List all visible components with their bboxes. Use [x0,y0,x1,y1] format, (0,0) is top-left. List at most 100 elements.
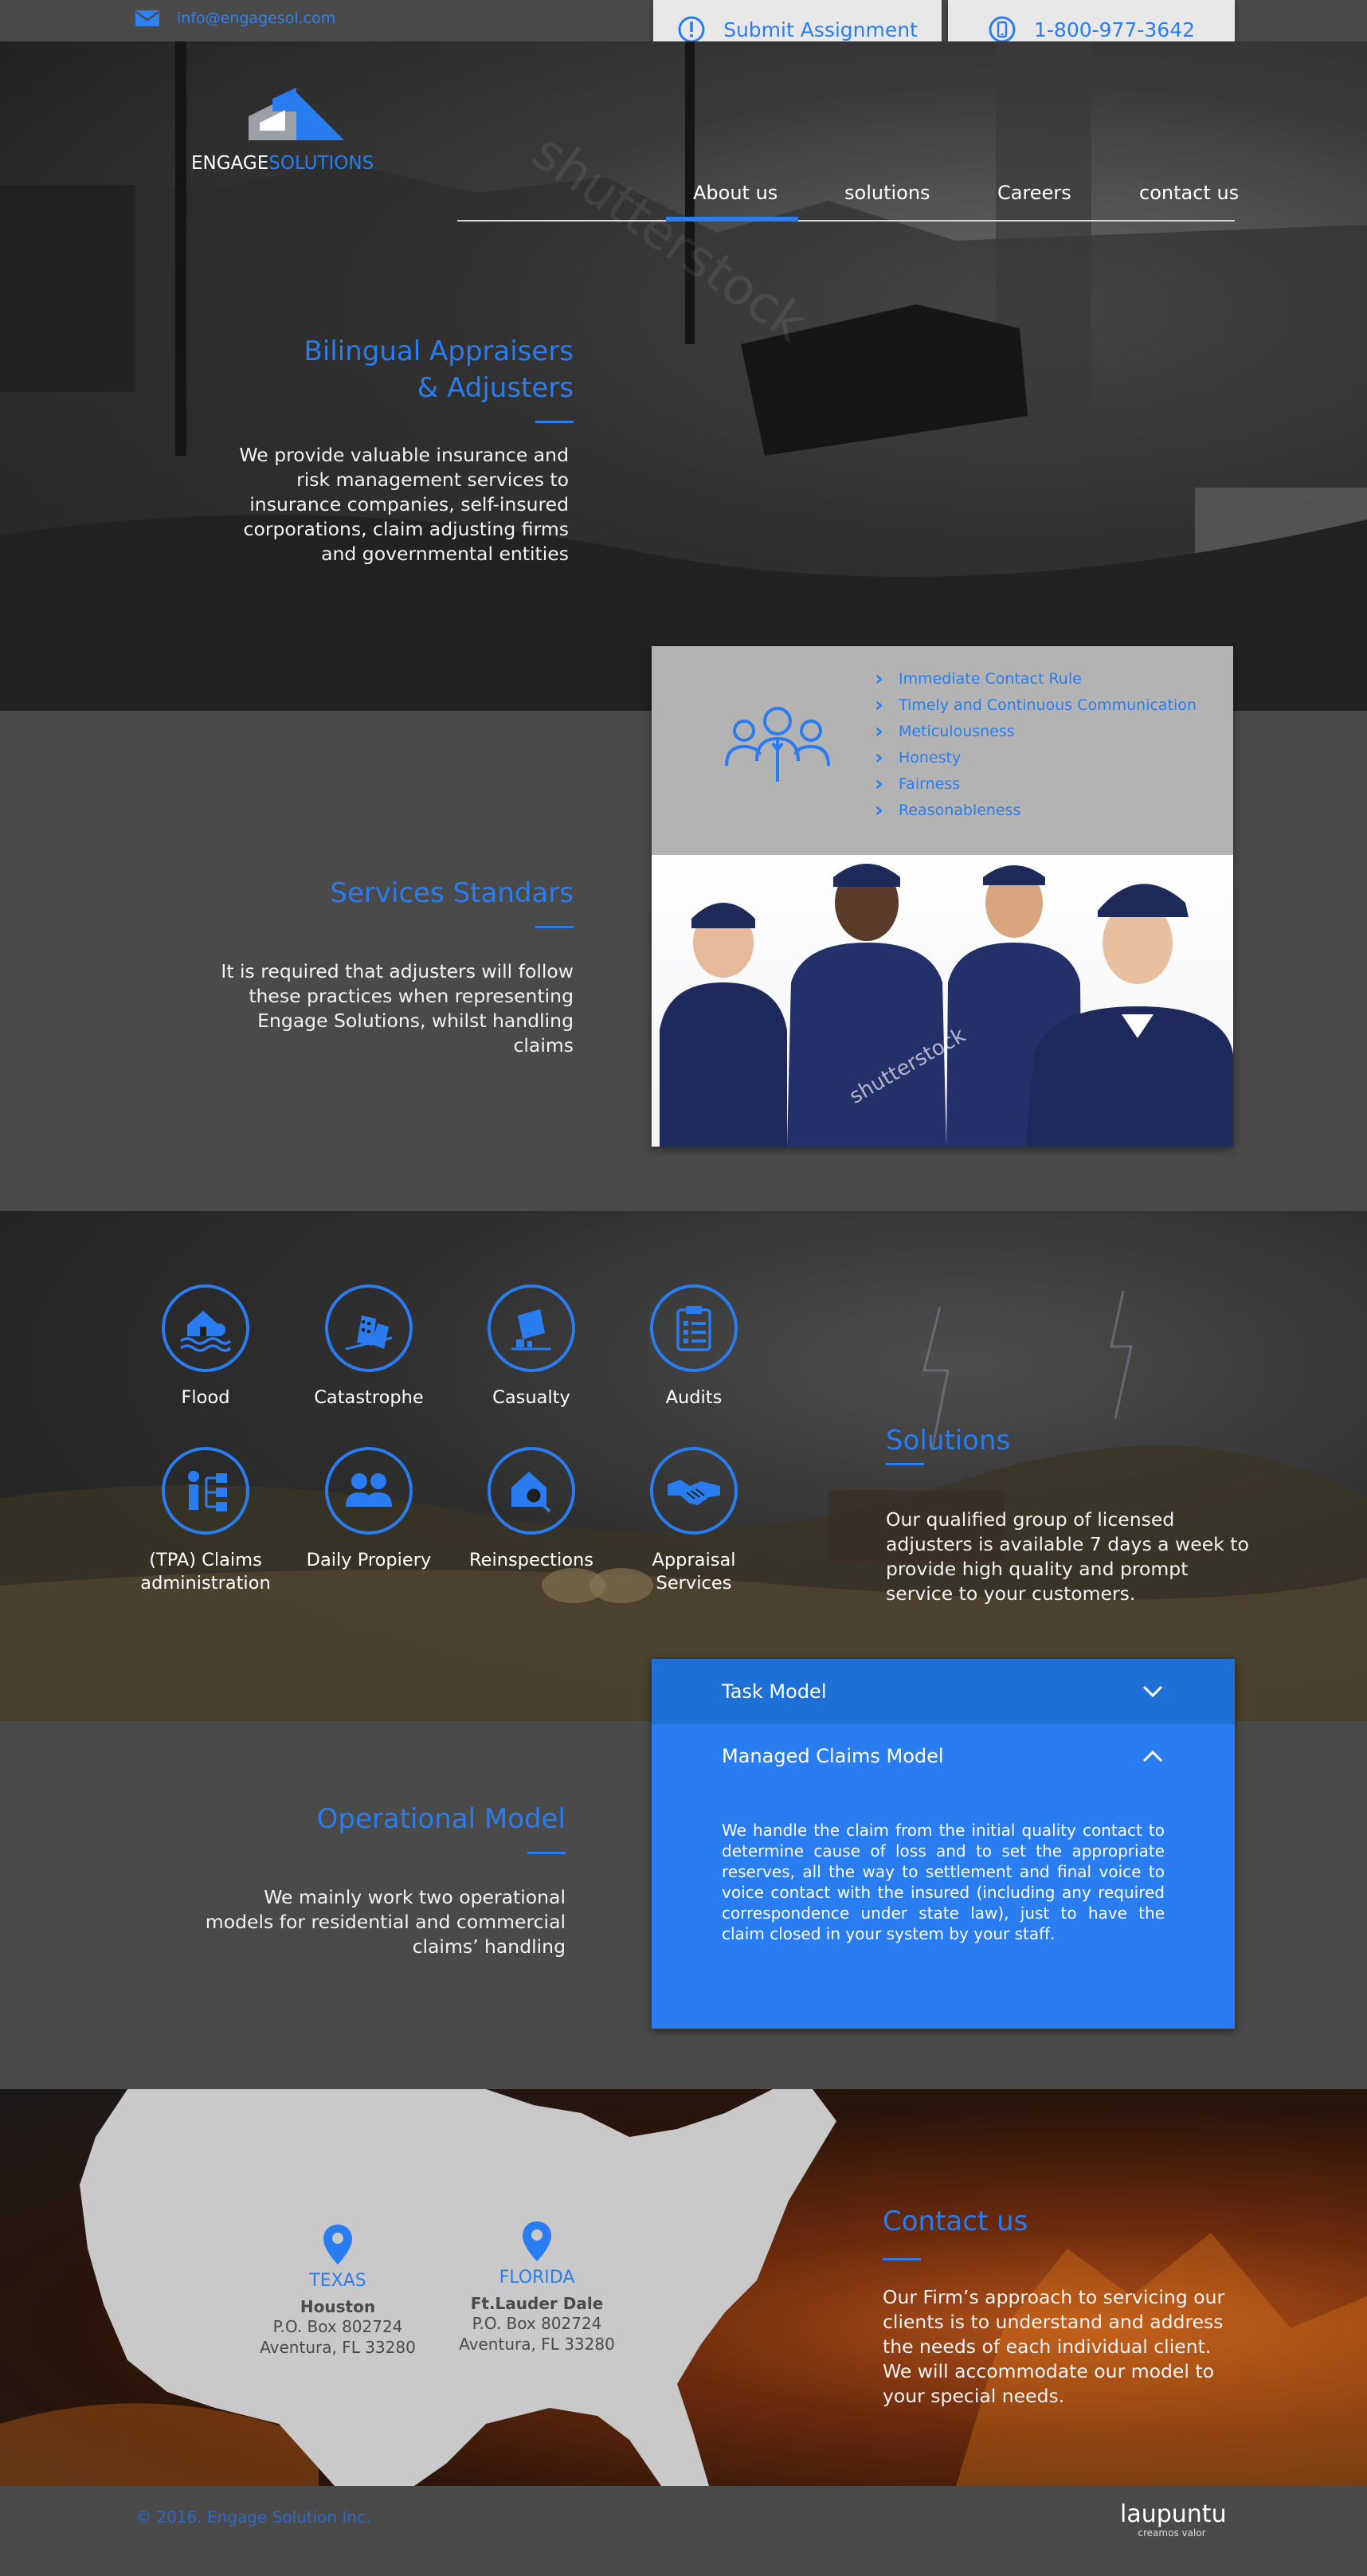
accordion-managed-claims-model[interactable]: Managed Claims Model [652,1724,1235,1788]
list-item-label: Timely and Continuous Communication [899,696,1197,714]
service-label: Reinspections [468,1550,594,1570]
hero-body-line: and governmental entities [321,543,569,565]
service-reinspections[interactable]: Reinspections [456,1447,607,1572]
contact-section: TEXAS Houston P.O. Box 802724 Aventura, … [0,2089,1367,2486]
hero-section: shutterstock ENGAGESOLUTIONS About us so… [0,41,1367,711]
hero-title-underline [535,421,574,423]
standards-title: Services Standars [330,877,574,909]
list-item: › Immediate Contact Rule [875,665,1197,692]
brand-name-part1: ENGAGE [191,153,269,174]
hero-body-line: We provide valuable insurance and [239,444,569,466]
users-icon [346,1473,392,1507]
location-city: Ft.Lauder Dale [470,2294,604,2313]
hero-title-line1: Bilingual Appraisers [304,335,574,367]
credit-brand: laupuntu [1120,2500,1227,2528]
team-photo: shutterstock [652,855,1233,1147]
operational-body: We mainly work two operational models fo… [167,1885,566,1959]
operational-title-underline [527,1852,566,1854]
service-daily-propiery[interactable]: Daily Propiery [293,1447,445,1572]
submit-assignment-label: Submit Assignment [723,18,918,41]
location-address-line: P.O. Box 802724 [472,2314,602,2333]
operational-accordion: Task Model Managed Claims Model We handl… [652,1659,1235,2029]
catastrophe-icon [345,1315,393,1351]
list-item-label: Fairness [899,774,961,793]
location-texas[interactable]: TEXAS Houston P.O. Box 802724 Aventura, … [250,2223,425,2358]
contact-body-line: We will accommodate our model to [883,2360,1214,2382]
standards-body: It is required that adjusters will follo… [175,959,574,1058]
team-icon [725,707,830,782]
casualty-icon [511,1309,551,1351]
org-chart-icon [188,1471,227,1511]
contact-body-line: clients is to understand and address [883,2311,1224,2333]
chevron-right-icon: › [875,771,883,796]
hero-body-line: insurance companies, self-insured [249,493,569,516]
nav-active-indicator [666,217,798,222]
team-photo-illustration [660,864,1233,1147]
chevron-right-icon: › [875,692,883,717]
service-label: Audits [665,1387,723,1408]
service-casualty[interactable]: Casualty [456,1284,607,1410]
location-florida[interactable]: FLORIDA Ft.Lauder Dale P.O. Box 802724 A… [449,2220,625,2354]
credit-logo[interactable]: laupuntu creamos valor [1120,2500,1227,2539]
hero-body-line: risk management services to [296,469,569,491]
nav-item-contact-us[interactable]: contact us [1139,182,1239,204]
hero-body-line: corporations, claim adjusting firms [243,518,569,540]
service-label: Flood [181,1387,230,1408]
nav-divider [457,220,1235,222]
credit-tagline: creamos valor [1138,2527,1206,2539]
brand-name: ENGAGESOLUTIONS [191,153,398,174]
hero-title: Bilingual Appraisers & Adjusters [239,333,574,406]
nav-item-careers[interactable]: Careers [997,182,1071,204]
location-address-line: Aventura, FL 33280 [459,2335,615,2354]
standards-body-line: It is required that adjusters will follo… [221,960,574,982]
brand-logo[interactable]: ENGAGESOLUTIONS [191,84,398,174]
nav-item-solutions[interactable]: solutions [844,182,930,204]
accordion-managed-label: Managed Claims Model [722,1745,944,1767]
location-state: TEXAS [309,2271,366,2291]
service-flood[interactable]: Flood [130,1284,281,1410]
solutions-body-line: adjusters is available 7 days a week to [886,1533,1249,1555]
location-city: Houston [300,2297,376,2316]
operational-title: Operational Model [316,1803,566,1835]
service-catastrophe[interactable]: Catastrophe [293,1284,445,1410]
location-address-line: Aventura, FL 33280 [260,2338,416,2357]
alert-icon [678,16,705,43]
contact-body: Our Firm’s approach to servicing our cli… [883,2285,1224,2409]
copyright-text: © 2016. Engage Solution Inc. [135,2507,371,2527]
house-search-icon [511,1472,551,1513]
service-tpa-claims[interactable]: (TPA) Claims administration [130,1447,281,1595]
chevron-right-icon: › [875,798,883,822]
footer: © 2016. Engage Solution Inc. laupuntu cr… [0,2486,1367,2576]
chevron-up-icon [1142,1750,1163,1762]
standards-body-line: Engage Solutions, whilst handling [257,1010,574,1032]
service-audits[interactable]: Audits [618,1284,770,1410]
email-text: info@engagesol.com [177,10,336,27]
service-appraisal[interactable]: Appraisal Services [618,1447,770,1595]
hero-title-line2: & Adjusters [417,372,574,404]
service-label: Appraisal Services [652,1550,736,1594]
email-link[interactable]: info@engagesol.com [135,10,335,27]
map-pin-icon [523,2221,551,2261]
list-item-label: Reasonableness [899,801,1021,819]
service-label: Daily Propiery [306,1550,432,1570]
accordion-task-model[interactable]: Task Model [652,1659,1235,1724]
operational-body-line: models for residential and commercial [205,1911,566,1933]
service-label: Casualty [492,1387,570,1408]
nav-item-about-us[interactable]: About us [693,182,778,204]
contact-body-line: your special needs. [883,2385,1065,2407]
solutions-title: Solutions [886,1425,1011,1457]
chevron-down-icon [1142,1685,1163,1698]
contact-body-line: Our Firm’s approach to servicing our [883,2286,1225,2308]
envelope-icon [135,10,159,26]
chevron-right-icon: › [875,745,883,770]
phone-icon [989,16,1016,43]
standards-card: › Immediate Contact Rule › Timely and Cont… [652,646,1233,1147]
service-label: Catastrophe [314,1387,424,1408]
flood-icon [179,1311,232,1352]
location-state: FLORIDA [499,2268,575,2288]
solutions-body-line: provide high quality and prompt [886,1558,1189,1580]
handshake-icon [668,1480,720,1505]
list-item-label: Immediate Contact Rule [899,669,1082,688]
accordion-managed-body: We handle the claim from the initial qua… [722,1821,1165,1943]
list-item-label: Meticulousness [899,722,1015,740]
